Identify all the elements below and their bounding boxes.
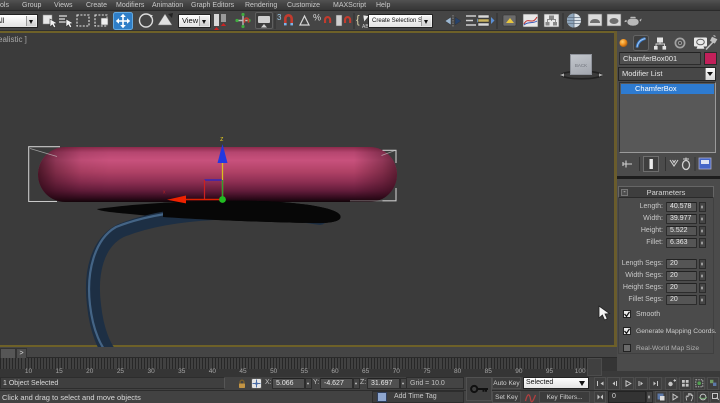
svg-text:%: % (313, 13, 321, 23)
svg-text:{: { (356, 14, 360, 26)
svg-text:z: z (220, 136, 224, 143)
svg-text:3: 3 (277, 13, 282, 22)
